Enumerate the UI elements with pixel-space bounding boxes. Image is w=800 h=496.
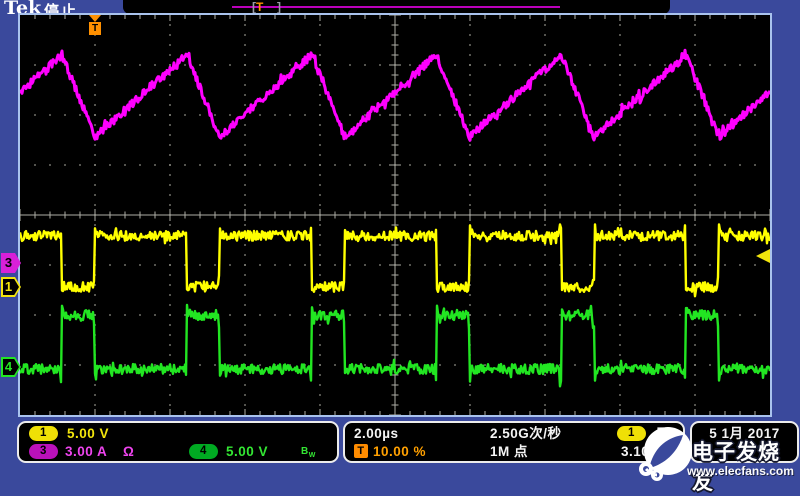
channel3-impedance: Ω [123,442,134,461]
record-preview-waveform [232,6,560,8]
channel3-ref-marker[interactable]: 3 [1,253,21,273]
channel3-badge[interactable]: 3 [29,444,58,459]
marker-label: 3 [1,253,16,273]
vertical-readout-panel[interactable]: 1 5.00 V 3 3.00 A Ω 4 5.00 V BW [17,421,339,463]
record-length: 1M 点 [490,442,528,461]
trigger-flag-letter: T [89,22,101,35]
trigger-position-icon: T [256,0,263,14]
channel4-badge[interactable]: 4 [189,444,218,459]
graticule-display[interactable]: T [18,13,772,417]
channel3-scale: 3.00 A [65,442,107,461]
channel1-ref-marker[interactable]: 1 [1,277,21,297]
marker-label: 1 [1,277,16,297]
sample-rate: 2.50G次/秒 [490,424,562,443]
channel4-ref-marker[interactable]: 4 [1,357,21,377]
watermark-url: www.elecfans.com [687,464,794,478]
marker-label: 4 [1,357,16,377]
horizontal-position-badge: T [354,444,368,458]
horizontal-trigger-readout-panel[interactable]: 2.00µs 2.50G次/秒 1 T 10.00 % 1M 点 3.10 V [343,421,685,463]
channel4-scale: 5.00 V [226,442,268,461]
channel1-scale: 5.00 V [67,424,109,443]
waveform-traces [20,15,770,415]
trigger-position-flag[interactable]: T [88,15,102,37]
window-bracket-right-icon: ] [277,0,281,14]
oscilloscope-screen: { "header": { "logo": "Tek", "acq_status… [0,0,800,481]
record-preview-bar[interactable]: [ T ] [123,0,670,14]
trigger-flag-arrow-icon [89,15,101,22]
trigger-level-arrow-icon[interactable] [756,249,770,263]
bandwidth-limit-icon: BW [301,442,316,465]
horizontal-position: 10.00 % [373,442,426,461]
time-per-div: 2.00µs [354,424,399,443]
channel1-badge[interactable]: 1 [29,426,58,441]
